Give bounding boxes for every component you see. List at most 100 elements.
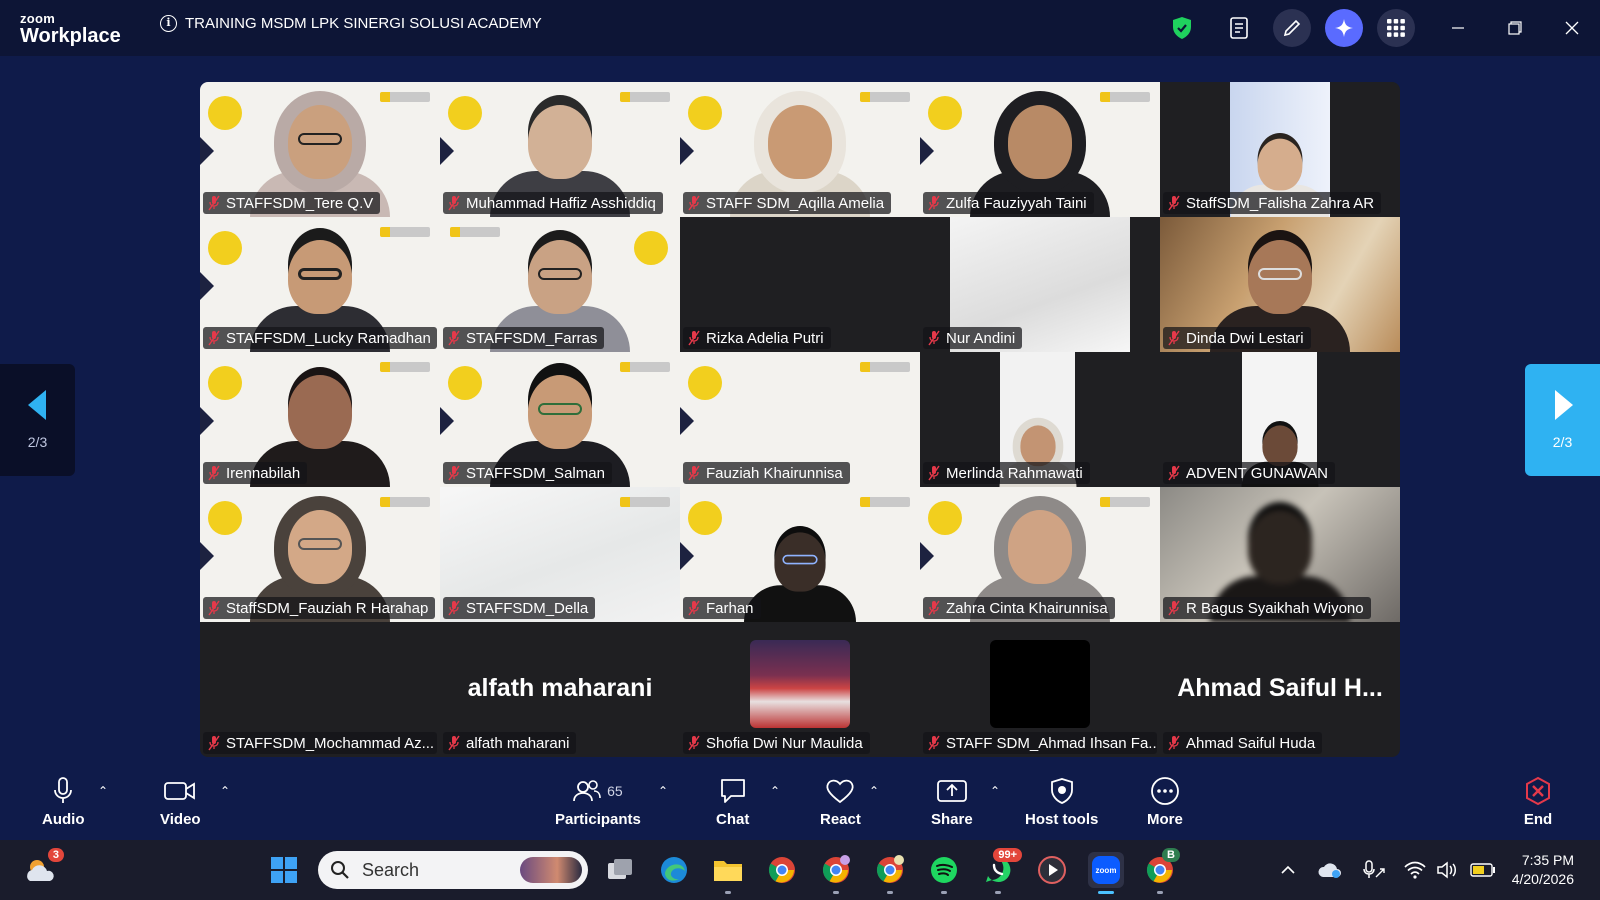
video-tile[interactable]: StaffSDM_Fauziah R Harahap	[200, 487, 440, 622]
muted-mic-icon	[448, 465, 460, 481]
whiteboard-button[interactable]	[1273, 9, 1311, 47]
system-clock[interactable]: 7:35 PM 4/20/2026	[1512, 851, 1574, 889]
end-label: End	[1523, 811, 1553, 828]
participants-button[interactable]: 65 Participants	[555, 776, 641, 828]
video-tile[interactable]: Ahmad Saiful H... Ahmad Saiful Huda	[1160, 622, 1400, 757]
video-tile[interactable]: STAFFSDM_Farras	[440, 217, 680, 352]
start-button[interactable]	[266, 852, 302, 888]
onedrive-cloud-icon[interactable]	[1318, 861, 1342, 879]
apps-button[interactable]	[1377, 9, 1415, 47]
edge-app[interactable]	[656, 852, 692, 888]
video-tile[interactable]: Zahra Cinta Khairunnisa	[920, 487, 1160, 622]
chrome-profile-app[interactable]	[872, 852, 908, 894]
participant-name: Shofia Dwi Nur Maulida	[706, 734, 863, 752]
zoom-app[interactable]: zoom	[1088, 852, 1124, 894]
audio-button[interactable]: Audio	[42, 776, 85, 828]
audio-label: Audio	[42, 811, 85, 828]
react-button[interactable]: React	[820, 776, 861, 828]
meeting-info[interactable]: i TRAINING MSDM LPK SINERGI SOLUSI ACADE…	[160, 15, 542, 32]
whatsapp-app[interactable]: 99+	[980, 848, 1022, 894]
background-circle	[928, 96, 962, 130]
participant-name-tag: Nur Andini	[923, 327, 1023, 349]
task-view-button[interactable]	[602, 852, 638, 888]
video-tile[interactable]: Dinda Dwi Lestari	[1160, 217, 1400, 352]
minimize-button[interactable]	[1429, 0, 1486, 56]
video-tile[interactable]: Fauziah Khairunnisa	[680, 352, 920, 487]
video-tile[interactable]: Merlinda Rahmawati	[920, 352, 1160, 487]
microphone-in-use-icon[interactable]	[1362, 860, 1386, 880]
share-button[interactable]: Share	[931, 776, 973, 828]
video-tile[interactable]: Shofia Dwi Nur Maulida	[680, 622, 920, 757]
restore-button[interactable]	[1486, 0, 1543, 56]
weather-badge: 3	[47, 848, 64, 862]
host-tools-button[interactable]: Host tools	[1025, 776, 1098, 828]
wifi-icon[interactable]	[1404, 861, 1426, 879]
chat-button[interactable]: Chat	[716, 776, 749, 828]
muted-mic-icon	[448, 195, 460, 211]
share-screen-icon	[936, 780, 967, 802]
video-tile[interactable]: StaffSDM_Falisha Zahra AR	[1160, 82, 1400, 217]
end-meeting-button[interactable]: End	[1523, 776, 1553, 828]
video-tile[interactable]: alfath maharani alfath maharani	[440, 622, 680, 757]
video-tile[interactable]: Farhan	[680, 487, 920, 622]
video-tile[interactable]: STAFFSDM_Lucky Ramadhan	[200, 217, 440, 352]
background-circle	[208, 96, 242, 130]
participant-name-tag: STAFF SDM_Ahmad Ihsan Fa...	[923, 732, 1157, 754]
media-player-app[interactable]	[1034, 852, 1070, 888]
video-tile[interactable]: Rizka Adelia Putri	[680, 217, 920, 352]
spotify-app[interactable]	[926, 852, 962, 894]
video-tile[interactable]: STAFFSDM_Della	[440, 487, 680, 622]
zoom-workplace-logo: zoom Workplace	[20, 12, 121, 46]
participant-name: Fauziah Khairunnisa	[706, 464, 843, 482]
video-tile[interactable]: STAFFSDM_Salman	[440, 352, 680, 487]
video-tile[interactable]: STAFFSDM_Mochammad Az...	[200, 622, 440, 757]
ai-companion-button[interactable]	[1325, 9, 1363, 47]
close-button[interactable]	[1543, 0, 1600, 56]
video-tile[interactable]: R Bagus Syaikhah Wiyono	[1160, 487, 1400, 622]
chrome-profile-app[interactable]	[818, 852, 854, 894]
running-indicator	[995, 891, 1001, 894]
encryption-shield-icon[interactable]	[1171, 16, 1193, 40]
video-options-caret-icon[interactable]: ⌃	[220, 784, 230, 798]
weather-widget[interactable]: 3	[22, 848, 64, 888]
participant-name: Farhan	[706, 599, 754, 617]
video-button[interactable]: Video	[160, 776, 201, 828]
participant-name: Rizka Adelia Putri	[706, 329, 824, 347]
react-options-caret-icon[interactable]: ⌃	[869, 784, 879, 798]
chrome-app[interactable]	[764, 852, 800, 888]
chrome-profile-app[interactable]: B	[1142, 848, 1180, 894]
battery-icon[interactable]	[1470, 863, 1496, 877]
next-page-button[interactable]: 2/3	[1525, 364, 1600, 476]
chevron-up-icon[interactable]	[1280, 865, 1296, 875]
chat-options-caret-icon[interactable]: ⌃	[770, 784, 780, 798]
volume-icon[interactable]	[1436, 861, 1458, 879]
video-tile[interactable]: STAFFSDM_Tere Q.V	[200, 82, 440, 217]
video-tile[interactable]: STAFF SDM_Ahmad Ihsan Fa...	[920, 622, 1160, 757]
video-tile[interactable]: Muhammad Haffiz Asshiddiq	[440, 82, 680, 217]
file-explorer-app[interactable]	[710, 852, 746, 894]
audio-options-caret-icon[interactable]: ⌃	[98, 784, 108, 798]
chrome-profile-badge: B	[1162, 848, 1180, 862]
video-tile[interactable]: Irennabilah	[200, 352, 440, 487]
meeting-title: TRAINING MSDM LPK SINERGI SOLUSI ACADEMY	[185, 15, 542, 32]
muted-mic-icon	[928, 195, 940, 211]
participants-icon	[573, 780, 601, 802]
previous-page-button[interactable]: 2/3	[0, 364, 75, 476]
folder-icon	[714, 861, 742, 881]
more-label: More	[1147, 811, 1183, 828]
background-triangle	[200, 407, 214, 435]
chrome-browser-icon	[876, 855, 904, 883]
taskbar-search-box[interactable]: Search	[318, 851, 588, 889]
background-logo	[860, 497, 910, 507]
video-tile[interactable]: STAFF SDM_Aqilla Amelia	[680, 82, 920, 217]
video-tile[interactable]: ADVENT GUNAWAN	[1160, 352, 1400, 487]
video-tile[interactable]: Nur Andini	[920, 217, 1160, 352]
share-options-caret-icon[interactable]: ⌃	[990, 784, 1000, 798]
info-icon[interactable]: i	[160, 15, 177, 32]
participants-options-caret-icon[interactable]: ⌃	[658, 784, 668, 798]
participant-name: Muhammad Haffiz Asshiddiq	[466, 194, 656, 212]
active-indicator	[1098, 891, 1114, 894]
more-button[interactable]: More	[1147, 776, 1183, 828]
notes-button[interactable]	[1221, 9, 1259, 47]
video-tile[interactable]: Zulfa Fauziyyah Taini	[920, 82, 1160, 217]
